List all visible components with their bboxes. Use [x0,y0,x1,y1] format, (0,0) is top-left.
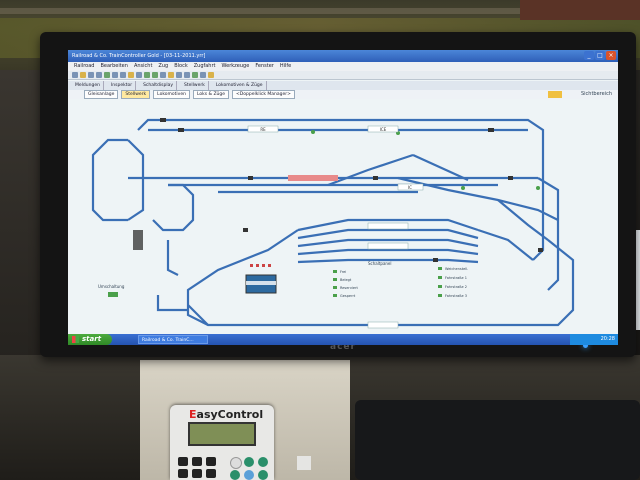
left-note: Umschaltung [98,284,125,289]
function-button[interactable] [258,470,268,480]
menu-ansicht[interactable]: Ansicht [134,62,152,71]
doc-tab-gleisanlage[interactable]: Gleisanlage [84,90,119,99]
tab-lokomotiven-zuege[interactable]: Lokomotiven & Züge [213,81,267,90]
window-title: Railroad & Co. TrainController Gold - [0… [72,53,206,59]
zoom-out-icon[interactable] [152,72,158,78]
locomotive-icon[interactable] [168,72,174,78]
doc-tab-manager[interactable]: <Doppelklick Manager> [232,90,295,99]
menu-zug[interactable]: Zug [158,62,168,71]
window-titlebar: Railroad & Co. TrainController Gold - [0… [68,50,618,62]
function-button[interactable] [244,470,254,480]
keypad-key[interactable] [192,457,202,466]
menu-bearbeiten[interactable]: Bearbeiten [100,62,127,71]
tab-inspektor[interactable]: Inspektor [108,81,137,90]
paste-icon[interactable] [120,72,126,78]
minimize-button[interactable]: _ [584,51,594,60]
legend-item-gesperrt: Gesperrt [340,294,356,298]
turntable-icon[interactable] [133,230,143,250]
doc-tab-stellwerk[interactable]: Stellwerk [121,90,151,99]
start-label: start [82,335,102,343]
function-button[interactable] [230,457,242,469]
easycontrol-display [188,422,256,446]
tab-meldungen[interactable]: Meldungen [72,81,104,90]
function-button[interactable] [230,470,240,480]
menu-fenster[interactable]: Fenster [255,62,274,71]
clock: 20:28 [600,336,615,342]
block-label-ice: ICE [380,127,387,132]
menu-zugfahrt[interactable]: Zugfahrt [194,62,216,71]
redo-icon[interactable] [136,72,142,78]
taskbar: start Railroad & Co. TrainC... 20:28 [68,334,618,345]
track-diagram[interactable]: RE ICE IC Umschaltung Schaltpanel Frei B… [68,100,618,330]
start-button[interactable]: start [68,334,112,345]
block-label-re: RE [260,127,266,132]
tab-stellwerk[interactable]: Stellwerk [181,81,209,90]
switch-toggle-icon[interactable] [108,292,118,297]
view-label: Sichtbereich [580,91,612,97]
easycontrol-brand: EasyControl [189,408,264,421]
small-controller [297,456,311,470]
zoom-in-icon[interactable] [144,72,150,78]
station-stripe [246,281,276,285]
print-icon[interactable] [96,72,102,78]
open-icon[interactable] [80,72,86,78]
doc-tab-loks-zuege[interactable]: Loks & Züge [192,90,230,99]
route-item-4: Fahrstraße 3 [445,294,467,298]
block-icon[interactable] [176,72,182,78]
legend-title: Schaltpanel [368,261,392,266]
switch-icon[interactable] [184,72,190,78]
window-tabs: Meldungen Inspektor Schaltdisplay Stellw… [68,81,618,90]
easycontrol-device: EasyControl [170,405,274,480]
document-tabs: Gleisanlage Stellwerk Lokomotiven Loks &… [68,90,618,99]
function-button[interactable] [258,457,268,467]
keypad-key[interactable] [178,457,188,466]
route-icon[interactable] [200,72,206,78]
block-label-boxes [247,125,424,329]
keypad-key[interactable] [178,469,188,478]
legend-item-frei: Frei [340,270,346,274]
menu-hilfe[interactable]: Hilfe [280,62,291,71]
new-icon[interactable] [72,72,78,78]
keyboard[interactable] [355,400,640,480]
stop-icon[interactable] [208,72,214,78]
save-icon[interactable] [88,72,94,78]
copy-icon[interactable] [112,72,118,78]
menu-werkzeuge[interactable]: Werkzeuge [222,62,250,71]
route-item-2: Fahrstraße 1 [445,276,467,280]
menu-railroad[interactable]: Railroad [74,62,94,71]
status-indicator [548,91,562,98]
menu-bar: Railroad Bearbeiten Ansicht Zug Block Zu… [68,62,618,71]
windows-logo-icon [72,336,79,343]
legend-item-reserviert: Reserviert [340,286,358,290]
keypad-key[interactable] [192,469,202,478]
keypad-key[interactable] [206,469,216,478]
keypad-key[interactable] [206,457,216,466]
function-button[interactable] [244,457,254,467]
model-train [520,0,640,20]
route-panel: Weichenstell. Fahrstraße 1 Fahrstraße 2 … [438,267,468,298]
signal-icon[interactable] [192,72,198,78]
occupied-block[interactable] [288,175,338,181]
route-item-1: Weichenstell. [445,267,468,271]
close-button[interactable]: × [606,51,616,60]
undo-icon[interactable] [128,72,134,78]
toolbar [68,71,618,80]
grid-icon[interactable] [160,72,166,78]
doc-tab-lokomotiven[interactable]: Lokomotiven [153,90,190,99]
track-plan-svg[interactable]: RE ICE IC Umschaltung Schaltpanel Frei B… [68,100,618,330]
tab-schaltdisplay[interactable]: Schaltdisplay [140,81,178,90]
legend-item-belegt: Belegt [340,278,352,282]
cut-icon[interactable] [104,72,110,78]
maximize-button[interactable]: □ [595,51,605,60]
platform-signals [250,264,271,267]
route-item-3: Fahrstraße 2 [445,285,467,289]
system-tray: 20:28 [570,334,618,345]
screen: Railroad & Co. TrainController Gold - [0… [68,50,618,345]
block-label-ic: IC [408,185,412,190]
menu-block[interactable]: Block [174,62,188,71]
legend-items: Frei Belegt Reserviert Gesperrt [333,270,358,298]
taskbar-item-traincontroller[interactable]: Railroad & Co. TrainC... [138,335,208,344]
